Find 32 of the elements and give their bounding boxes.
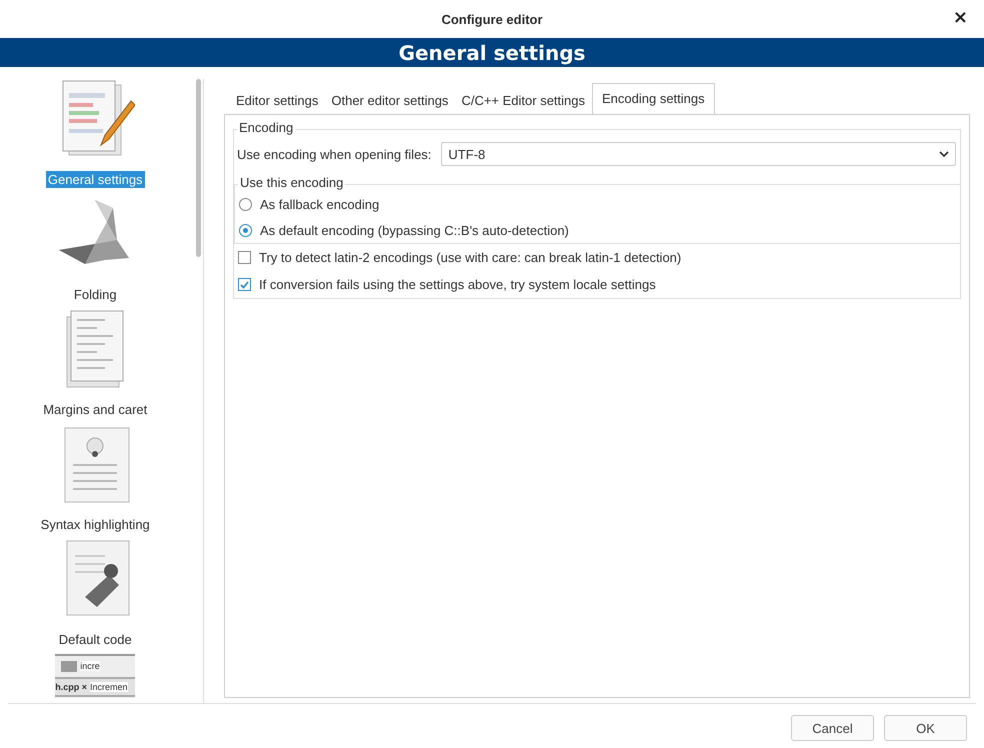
sidebar-item[interactable]: Folding [72,286,119,303]
file-tab-text: h.cpp × [55,682,87,692]
sidebar-item[interactable]: Default code [56,631,134,648]
checkbox-label: Try to detect latin-2 encodings (use with care: can break latin-1 detection) [259,250,682,265]
tab[interactable]: Encoding settings [592,83,715,114]
banner-title: General settings [398,40,586,64]
group-title: Encoding [237,120,296,135]
encoding-dropdown[interactable]: UTF-8 [441,142,956,166]
field-label: Use encoding when opening files: [237,146,432,162]
dropdown-value: UTF-8 [448,146,486,162]
radio-label: As default encoding (bypassing C::B's auto-detection) [260,222,569,238]
tab[interactable]: C/C++ Editor settings [455,87,591,114]
group-title: Use this encoding [238,175,346,190]
radio-button[interactable] [239,224,252,236]
tab[interactable]: Other editor settings [325,87,454,114]
checkbox[interactable] [238,251,251,264]
dialog-button[interactable]: Cancel [791,715,874,741]
sidebar-item[interactable]: Margins and caret [41,401,150,418]
tab-text: Incremen [90,682,128,692]
radio-label: As fallback encoding [260,196,380,212]
caret-icon [939,151,949,157]
window-title: Configure editor [441,12,543,26]
checkbox-label: If conversion fails using the settings above, try system locale settings [259,277,656,292]
scrollbar-thumb[interactable] [196,79,202,257]
close-button[interactable]: × [950,9,970,27]
tab[interactable]: Editor settings [230,87,324,114]
search-text: incre [80,661,100,671]
dialog-button[interactable]: OK [884,715,967,741]
radio-button[interactable] [239,198,252,210]
sidebar-item[interactable]: General settings [46,171,145,188]
sidebar-item[interactable]: Syntax highlighting [38,516,152,533]
checkbox[interactable] [238,278,251,291]
